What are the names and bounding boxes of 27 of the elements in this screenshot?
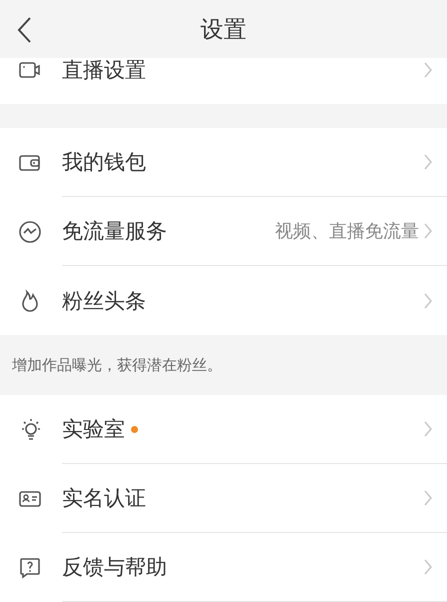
settings-row[interactable]: 我的钱包 [0, 128, 447, 197]
row-label: 反馈与帮助 [62, 554, 167, 581]
chevron-icon [423, 488, 433, 508]
back-icon [16, 16, 32, 44]
settings-row[interactable]: 直播设置 [0, 58, 447, 104]
settings-row[interactable]: 实名认证 [0, 464, 447, 533]
help-icon [18, 556, 42, 580]
section-note: 增加作品曝光，获得潜在粉丝。 [11, 354, 223, 376]
chevron-icon [423, 60, 433, 80]
chevron-icon [423, 221, 433, 241]
row-value: 视频、直播免流量 [275, 220, 419, 243]
chevron-icon [423, 557, 433, 577]
settings-row[interactable]: 免流量服务 视频、直播免流量 [0, 197, 447, 266]
gauge-icon [18, 220, 42, 244]
settings-row[interactable]: 粉丝头条 [0, 266, 447, 335]
settings-row[interactable]: 反馈与帮助 [0, 533, 447, 602]
row-label: 免流量服务 [62, 218, 167, 245]
row-label: 实验室 [62, 416, 125, 443]
row-label: 实名认证 [62, 485, 146, 512]
row-label: 粉丝头条 [62, 288, 146, 314]
row-label: 直播设置 [62, 57, 146, 84]
chevron-icon [423, 290, 433, 310]
settings-row[interactable]: 实验室 [0, 395, 447, 464]
row-label: 我的钱包 [62, 149, 146, 176]
page-title: 设置 [200, 16, 246, 44]
chevron-icon [423, 152, 433, 172]
chevron-icon [423, 419, 433, 439]
